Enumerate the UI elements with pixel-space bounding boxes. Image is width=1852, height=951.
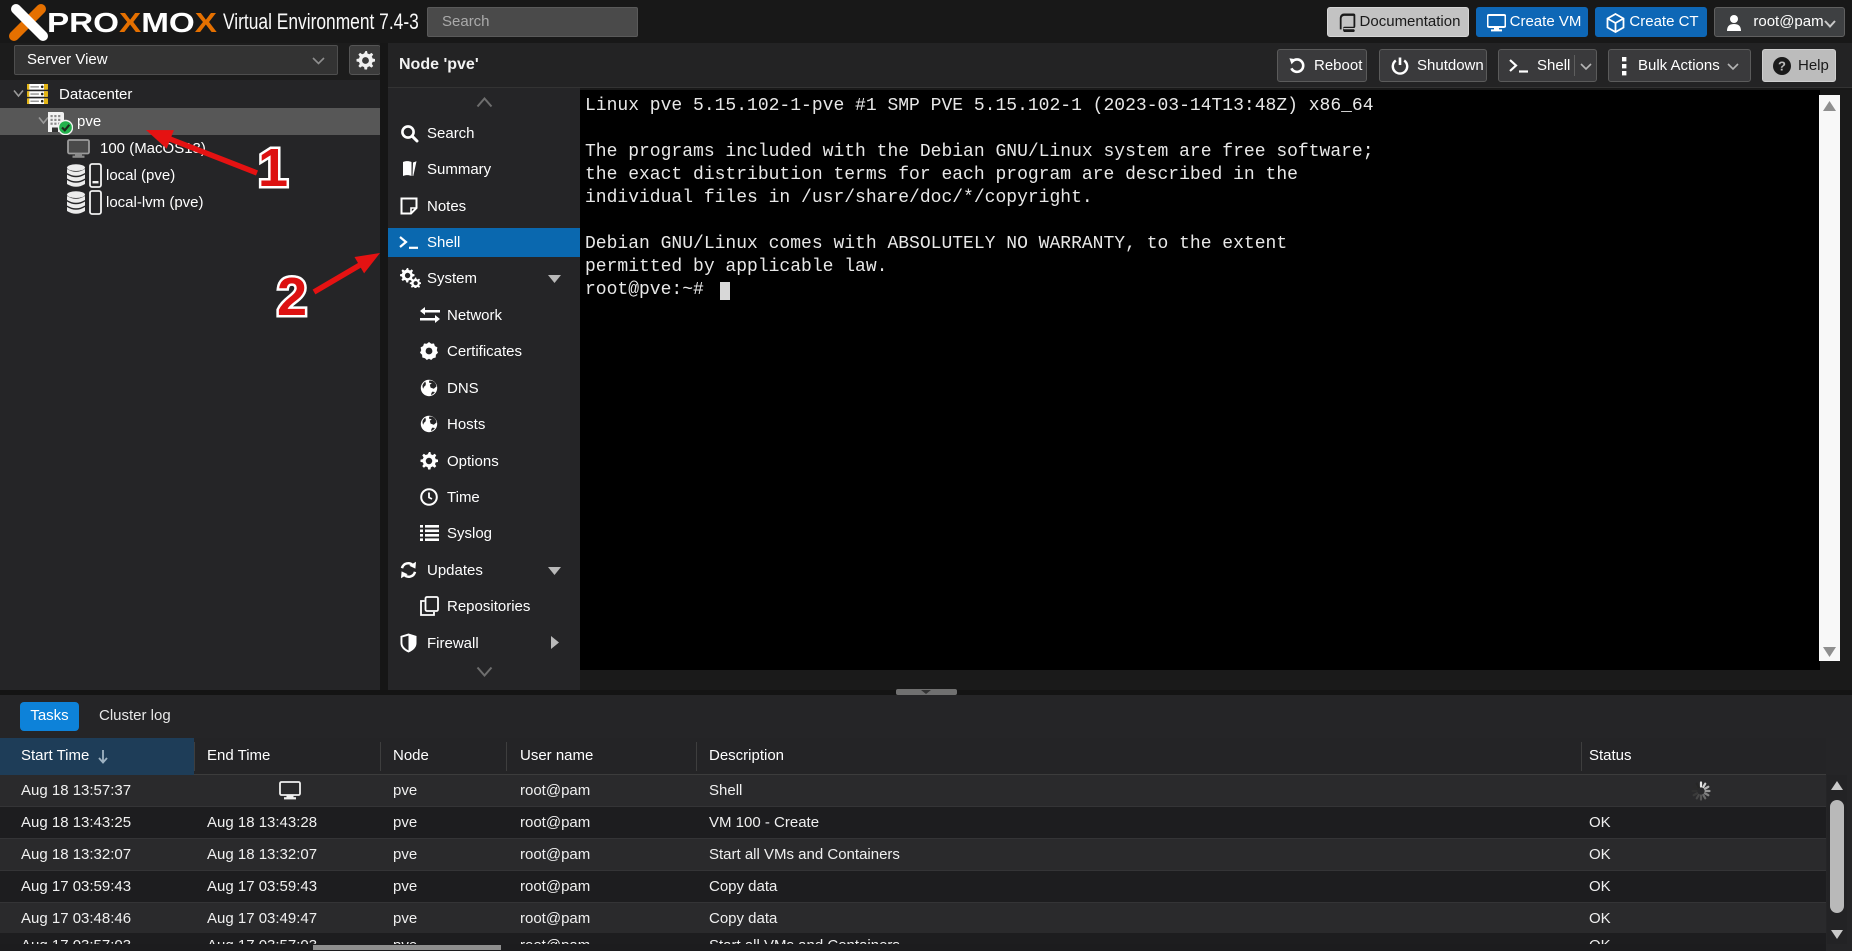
svg-text:?: ? <box>1778 59 1786 74</box>
svg-text:PROXMOX: PROXMOX <box>47 9 217 38</box>
